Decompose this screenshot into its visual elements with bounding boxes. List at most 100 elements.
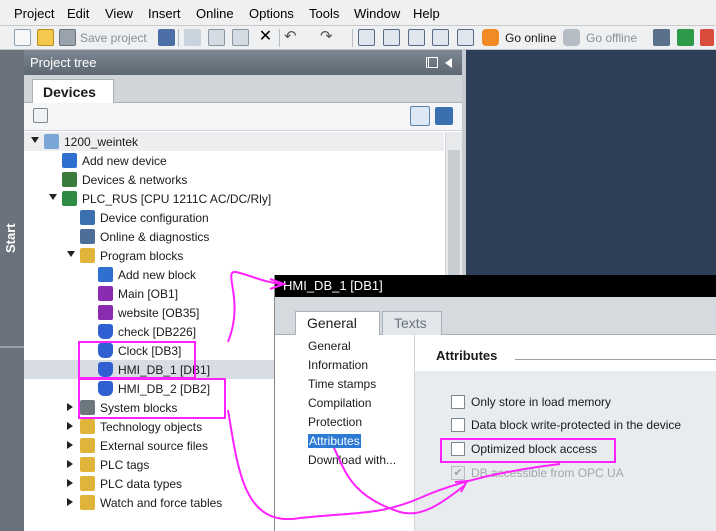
tree-item-label: Technology objects xyxy=(100,420,203,434)
paste-icon[interactable] xyxy=(232,29,249,46)
checkbox: ✔ xyxy=(451,466,465,480)
nav-attributes[interactable]: Attributes xyxy=(308,434,361,448)
tab-texts[interactable]: Texts xyxy=(382,311,442,335)
start-label[interactable]: Start xyxy=(3,218,21,258)
detail-view-icon[interactable] xyxy=(410,106,430,126)
attributes-title: Attributes xyxy=(436,348,498,363)
tree-item[interactable]: PLC_RUS [CPU 1211C AC/DC/Rly] xyxy=(24,189,444,208)
expand-toggle-icon[interactable] xyxy=(67,403,73,411)
tree-item-label: 1200_weintek xyxy=(64,135,139,149)
start-strip: Start xyxy=(0,50,24,531)
go-offline-button[interactable]: Go offline xyxy=(586,31,637,45)
accessible-devices-icon[interactable] xyxy=(653,29,670,46)
menu-view[interactable]: View xyxy=(105,6,133,21)
menu-insert[interactable]: Insert xyxy=(148,6,181,21)
project-tree-header: Project tree xyxy=(24,50,462,75)
nav-protection[interactable]: Protection xyxy=(308,415,362,429)
tab-devices[interactable]: Devices xyxy=(32,79,114,104)
undo-icon[interactable]: ↶ xyxy=(284,29,301,46)
devices-tab-bar: Devices xyxy=(24,75,462,104)
download-to-device-icon[interactable] xyxy=(383,29,400,46)
tree-item-label: website [OB35] xyxy=(118,306,200,320)
nav-general[interactable]: General xyxy=(308,339,351,353)
go-online-icon[interactable] xyxy=(482,29,499,46)
collapse-toggle-icon[interactable] xyxy=(67,251,75,257)
cut-icon[interactable] xyxy=(184,29,201,46)
go-online-button[interactable]: Go online xyxy=(505,31,556,45)
strip-divider xyxy=(0,346,24,348)
device-config-icon xyxy=(80,210,95,225)
runtime-icon[interactable] xyxy=(457,29,474,46)
tree-item[interactable]: 1200_weintek xyxy=(24,132,444,151)
menu-bar: Project Edit View Insert Online Options … xyxy=(0,0,716,26)
new-project-icon[interactable] xyxy=(14,29,31,46)
stop-cpu-icon[interactable] xyxy=(700,29,714,46)
delete-icon[interactable]: ✕ xyxy=(257,29,274,46)
go-offline-icon[interactable] xyxy=(563,29,580,46)
nav-download-with[interactable]: Download with... xyxy=(308,453,396,467)
simulation-icon[interactable] xyxy=(432,29,449,46)
menu-project[interactable]: Project xyxy=(14,6,54,21)
tab-general[interactable]: General xyxy=(295,311,380,335)
collapse-toggle-icon[interactable] xyxy=(49,194,57,200)
db-block-icon xyxy=(98,324,113,339)
overview-icon[interactable] xyxy=(435,107,453,125)
add-device-icon xyxy=(62,153,77,168)
diagnostics-icon xyxy=(80,229,95,244)
checkbox[interactable] xyxy=(451,395,465,409)
tree-item-label: Watch and force tables xyxy=(100,496,223,510)
attribute-option[interactable]: Only store in load memory xyxy=(451,394,711,412)
tree-item-label: External source files xyxy=(100,439,209,453)
tree-settings-icon[interactable] xyxy=(33,108,48,123)
collapse-toggle-icon[interactable] xyxy=(31,137,39,143)
save-icon[interactable] xyxy=(59,29,76,46)
compile-icon[interactable] xyxy=(358,29,375,46)
nav-information[interactable]: Information xyxy=(308,358,368,372)
open-project-icon[interactable] xyxy=(37,29,54,46)
folder-icon xyxy=(80,248,95,263)
attribute-option: ✔ DB accessible from OPC UA xyxy=(451,465,711,483)
tree-item-label: PLC tags xyxy=(100,458,150,472)
expand-toggle-icon[interactable] xyxy=(67,460,73,468)
expand-toggle-icon[interactable] xyxy=(67,498,73,506)
expand-toggle-icon[interactable] xyxy=(67,441,73,449)
menu-edit[interactable]: Edit xyxy=(67,6,89,21)
menu-help[interactable]: Help xyxy=(413,6,440,21)
tree-item[interactable]: Program blocks xyxy=(24,246,444,265)
tree-item-label: PLC_RUS [CPU 1211C AC/DC/Rly] xyxy=(82,192,272,206)
attributes-header: Attributes xyxy=(415,335,716,371)
checkbox[interactable] xyxy=(451,418,465,432)
panel-layout-icon[interactable] xyxy=(426,57,438,68)
tree-item-label: Online & diagnostics xyxy=(100,230,210,244)
menu-window[interactable]: Window xyxy=(354,6,400,21)
ob-block-icon xyxy=(98,305,113,320)
attribute-option[interactable]: Data block write-protected in the device xyxy=(451,417,711,435)
redo-icon[interactable]: ↷ xyxy=(320,29,337,46)
save-project-button[interactable]: Save project xyxy=(80,31,147,45)
menu-options[interactable]: Options xyxy=(249,6,294,21)
menu-tools[interactable]: Tools xyxy=(309,6,339,21)
toolbar-separator xyxy=(279,29,280,47)
menu-online[interactable]: Online xyxy=(196,6,234,21)
collapse-panel-icon[interactable] xyxy=(445,58,452,68)
tree-item[interactable]: Add new device xyxy=(24,151,444,170)
nav-compilation[interactable]: Compilation xyxy=(308,396,371,410)
toolbar-separator xyxy=(352,29,353,47)
expand-toggle-icon[interactable] xyxy=(67,479,73,487)
tree-item[interactable]: Device configuration xyxy=(24,208,444,227)
tree-item[interactable]: Online & diagnostics xyxy=(24,227,444,246)
start-cpu-icon[interactable] xyxy=(677,29,694,46)
checkbox-label: Only store in load memory xyxy=(471,395,612,409)
tree-item[interactable]: Devices & networks xyxy=(24,170,444,189)
tree-toolbar xyxy=(24,103,462,131)
main-toolbar: Save project ✕ ↶ ↷ Go online Go offline xyxy=(0,26,716,50)
tab-devices-label: Devices xyxy=(43,84,96,100)
folder-icon xyxy=(80,438,95,453)
expand-toggle-icon[interactable] xyxy=(67,422,73,430)
print-icon[interactable] xyxy=(158,29,175,46)
folder-icon xyxy=(80,495,95,510)
nav-time-stamps[interactable]: Time stamps xyxy=(308,377,376,391)
upload-from-device-icon[interactable] xyxy=(408,29,425,46)
copy-icon[interactable] xyxy=(208,29,225,46)
network-icon xyxy=(62,172,77,187)
